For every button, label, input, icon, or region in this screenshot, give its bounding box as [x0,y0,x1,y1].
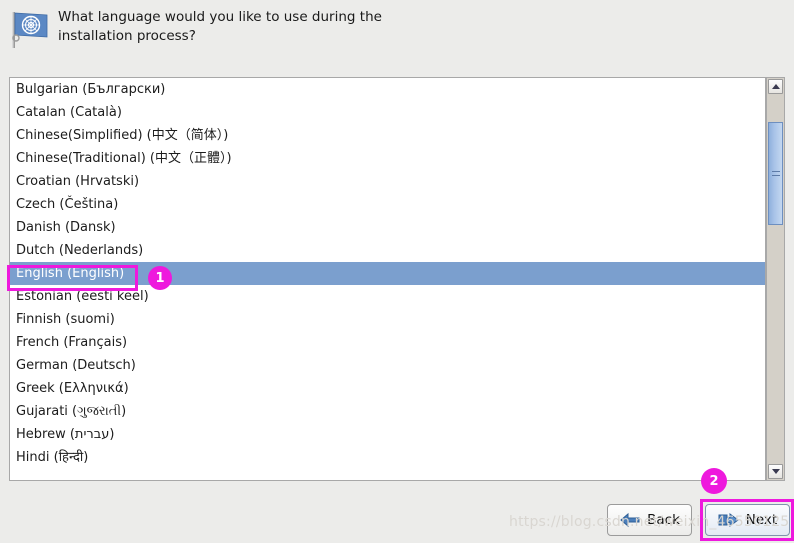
header-question-line2: installation process? [58,28,196,44]
list-item[interactable]: Chinese(Simplified) (中文（简体）) [10,124,765,147]
language-list[interactable]: Bulgarian (Български) Catalan (Català) Chi… [9,77,766,481]
annotation-badge-2: 2 [701,468,727,494]
header-question-line1: What language would you like to use duri… [58,9,382,25]
list-item[interactable]: Greek (Ελληνικά) [10,377,765,400]
list-item[interactable]: Dutch (Nederlands) [10,239,765,262]
list-item[interactable]: Danish (Dansk) [10,216,765,239]
language-list-scrollbar[interactable] [766,77,785,481]
header: What language would you like to use duri… [0,0,794,50]
scrollbar-thumb[interactable] [768,122,783,225]
installer-window: What language would you like to use duri… [0,0,794,543]
list-item[interactable]: Finnish (suomi) [10,308,765,331]
list-item[interactable]: Catalan (Català) [10,101,765,124]
watermark: https://blog.csdn.net/weixin_46550125 [509,514,790,530]
list-item[interactable]: Hebrew (עברית) [10,423,765,446]
header-question: What language would you like to use duri… [58,8,382,46]
scroll-down-icon[interactable] [768,464,783,479]
annotation-badge-1: 1 [148,266,172,290]
list-item[interactable]: English (English) [10,262,765,285]
list-item[interactable]: Croatian (Hrvatski) [10,170,765,193]
list-item[interactable]: Czech (Čeština) [10,193,765,216]
list-item[interactable]: Bulgarian (Български) [10,78,765,101]
list-item[interactable]: Estonian (eesti keel) [10,285,765,308]
list-item[interactable]: German (Deutsch) [10,354,765,377]
list-item[interactable]: Gujarati (ગુજરાતી) [10,400,765,423]
list-item[interactable]: French (Français) [10,331,765,354]
scroll-up-icon[interactable] [768,79,783,94]
list-item[interactable]: Chinese(Traditional) (中文（正體）) [10,147,765,170]
list-item[interactable]: Hindi (हिन्दी) [10,446,765,469]
un-flag-icon [6,6,52,52]
